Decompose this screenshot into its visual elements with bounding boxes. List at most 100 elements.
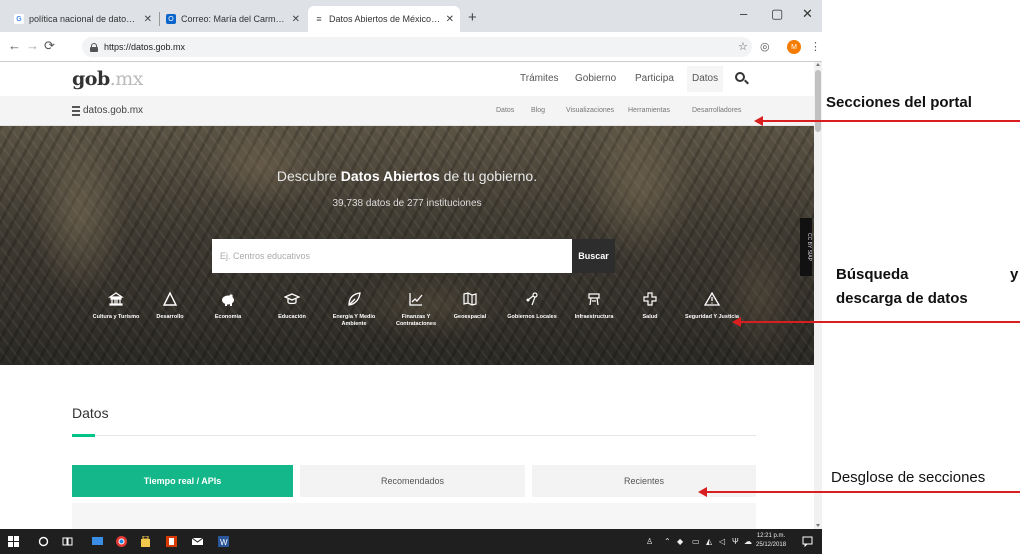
battery-tray-icon[interactable]: ▭ bbox=[692, 537, 700, 546]
maximize-button[interactable]: ▢ bbox=[771, 6, 783, 22]
warning-icon bbox=[704, 291, 720, 306]
browser-tab-2[interactable]: O Correo: María del Carmen Santo ✕ bbox=[160, 6, 306, 32]
close-tab-icon[interactable]: ✕ bbox=[144, 14, 152, 25]
trend-chart-icon bbox=[409, 293, 423, 306]
annotation-busqueda: Búsqueda bbox=[836, 266, 909, 283]
category-cultura-turismo[interactable]: Cultura y Turismo bbox=[86, 291, 146, 321]
category-geoespacial[interactable]: Geoespacial bbox=[440, 291, 500, 321]
word-icon[interactable]: W bbox=[218, 536, 229, 547]
svg-text:W: W bbox=[220, 538, 228, 547]
task-view-icon[interactable] bbox=[62, 536, 73, 547]
category-label: Infraestructura bbox=[574, 314, 614, 320]
annotation-desglose-secciones: Desglose de secciones bbox=[831, 469, 986, 486]
category-economia[interactable]: Economía bbox=[198, 291, 258, 321]
profile-avatar[interactable]: M bbox=[787, 40, 801, 54]
desktop-app-icon[interactable] bbox=[92, 536, 103, 547]
category-educacion[interactable]: Educación bbox=[262, 291, 322, 321]
category-salud[interactable]: Salud bbox=[620, 291, 680, 321]
scroll-up-icon[interactable] bbox=[816, 63, 820, 66]
triangle-icon bbox=[162, 291, 178, 306]
category-label: Educación bbox=[278, 314, 306, 320]
annotation-busqueda-y: y bbox=[1010, 266, 1019, 283]
category-energia[interactable]: Energía Y Medio Ambiente bbox=[324, 291, 384, 329]
datos-favicon-icon: ≡ bbox=[314, 14, 324, 24]
search-icon[interactable] bbox=[735, 72, 745, 82]
tab-label: Datos Abiertos de México - dato bbox=[329, 14, 441, 24]
forward-button[interactable]: → bbox=[26, 38, 39, 53]
close-tab-icon[interactable]: ✕ bbox=[446, 14, 454, 25]
hero-banner: Descubre Datos Abiertos de tu gobierno. … bbox=[0, 126, 814, 365]
category-label: Finanzas Y Contrataciones bbox=[395, 314, 437, 328]
category-finanzas[interactable]: Finanzas Y Contrataciones bbox=[386, 291, 446, 329]
new-tab-button[interactable]: + bbox=[468, 9, 477, 26]
page-scrollbar[interactable] bbox=[814, 62, 822, 529]
wifi-tray-icon[interactable]: ◭ bbox=[706, 537, 712, 546]
menu-dots-icon[interactable]: ⋮ bbox=[810, 40, 821, 53]
back-button[interactable]: ← bbox=[8, 38, 21, 53]
chrome-icon[interactable] bbox=[116, 536, 127, 547]
close-tab-icon[interactable]: ✕ bbox=[292, 14, 300, 25]
nav-tramites[interactable]: Trámites bbox=[520, 73, 559, 84]
system-clock[interactable]: 12:21 p.m. 25/12/2018 bbox=[756, 532, 786, 550]
close-window-button[interactable]: ✕ bbox=[802, 6, 813, 22]
category-infraestructura[interactable]: Infraestructura bbox=[564, 291, 624, 321]
onedrive-tray-icon[interactable]: ☁ bbox=[744, 537, 752, 546]
windows-start-icon[interactable] bbox=[8, 536, 19, 547]
section-divider bbox=[72, 435, 756, 436]
people-tray-icon[interactable]: ♙ bbox=[646, 537, 653, 546]
dataset-search-input[interactable]: Ej. Centros educativos bbox=[212, 239, 572, 273]
search-button[interactable]: Buscar bbox=[572, 239, 615, 273]
category-label: Geoespacial bbox=[453, 314, 487, 320]
annotation-secciones-portal: Secciones del portal bbox=[826, 94, 972, 111]
search-taskbar-icon[interactable] bbox=[38, 536, 49, 547]
subnav-visualizaciones[interactable]: Visualizaciones bbox=[566, 107, 614, 114]
tower-icon bbox=[588, 293, 600, 306]
subnav-blog[interactable]: Blog bbox=[531, 107, 545, 114]
annotation-arrowhead-secciones bbox=[754, 116, 763, 126]
scroll-down-icon[interactable] bbox=[816, 524, 820, 527]
subnav-datos[interactable]: Datos bbox=[496, 107, 514, 114]
tab-strip: G política nacional de datos abiert ✕ O … bbox=[0, 0, 822, 32]
category-desarrollo[interactable]: Desarrollo bbox=[140, 291, 200, 321]
browser-tab-1[interactable]: G política nacional de datos abiert ✕ bbox=[8, 6, 158, 32]
tab-recomendados[interactable]: Recomendados bbox=[300, 465, 525, 497]
subnav-herramientas[interactable]: Herramientas bbox=[628, 107, 670, 114]
nav-gobierno[interactable]: Gobierno bbox=[575, 73, 616, 84]
annotation-arrow-busqueda bbox=[740, 321, 1020, 323]
outlook-favicon-icon: O bbox=[166, 14, 176, 24]
tab-tiempo-real[interactable]: Tiempo real / APIs bbox=[72, 465, 293, 497]
nav-participa[interactable]: Participa bbox=[635, 73, 674, 84]
reload-button[interactable]: ⟳ bbox=[44, 38, 55, 54]
volume-tray-icon[interactable]: ◁ bbox=[719, 537, 725, 546]
bookmark-star-icon[interactable]: ☆ bbox=[738, 40, 748, 53]
annotation-arrowhead-busqueda bbox=[732, 317, 741, 327]
scroll-thumb[interactable] bbox=[815, 70, 821, 132]
show-hidden-icons[interactable]: ⌃ bbox=[664, 537, 671, 546]
mail-icon[interactable] bbox=[192, 536, 203, 547]
address-bar[interactable]: https://datos.gob.mx bbox=[82, 37, 752, 57]
store-icon[interactable] bbox=[140, 536, 151, 547]
browser-tab-3[interactable]: ≡ Datos Abiertos de México - dato ✕ bbox=[308, 6, 460, 32]
museum-icon bbox=[108, 292, 124, 306]
url-text: https://datos.gob.mx bbox=[104, 42, 186, 52]
lock-icon bbox=[90, 42, 98, 52]
google-favicon-icon: G bbox=[14, 14, 24, 24]
nav-datos[interactable]: Datos bbox=[687, 66, 724, 92]
language-tray-icon[interactable]: Ψ bbox=[732, 537, 739, 546]
web-page: gob.mx Trámites Gobierno Participa Datos… bbox=[0, 62, 814, 529]
notifications-icon[interactable] bbox=[802, 536, 813, 547]
datos-logo[interactable]: datos.gob.mx bbox=[72, 105, 143, 116]
network-tray-icon[interactable]: ◆ bbox=[677, 537, 683, 546]
extension-icon[interactable]: ◎ bbox=[760, 40, 770, 53]
minimize-button[interactable]: – bbox=[740, 6, 747, 21]
subnav-desarrolladores[interactable]: Desarrolladores bbox=[692, 107, 741, 114]
clock-date: 25/12/2018 bbox=[756, 542, 787, 548]
office-icon[interactable] bbox=[166, 536, 177, 547]
gob-logo[interactable]: gob.mx bbox=[72, 68, 144, 90]
graduation-cap-icon bbox=[284, 293, 300, 305]
pin-network-icon bbox=[526, 292, 538, 306]
category-gobiernos-locales[interactable]: Gobiernos Locales bbox=[502, 291, 562, 321]
datos-logo-icon bbox=[72, 105, 80, 116]
browser-window: G política nacional de datos abiert ✕ O … bbox=[0, 0, 822, 529]
annotation-arrowhead-desglose bbox=[698, 487, 707, 497]
